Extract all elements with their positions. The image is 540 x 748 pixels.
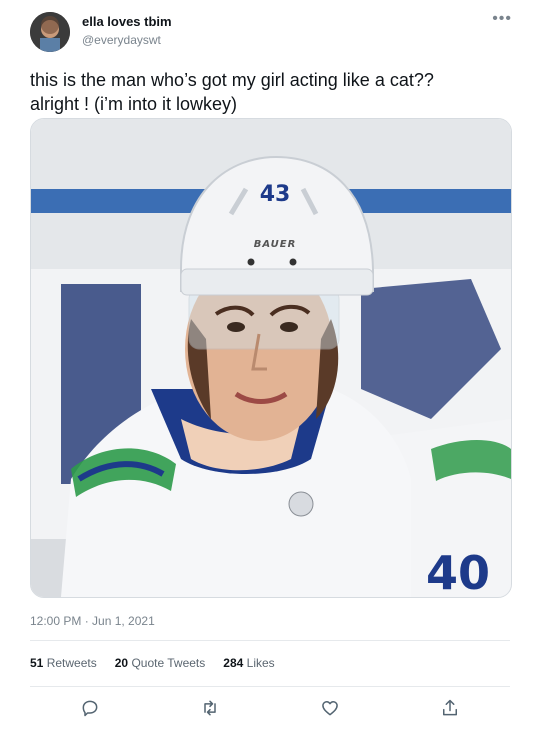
more-icon[interactable]: ••• <box>492 10 512 28</box>
engagement-stats: 51 Retweets 20 Quote Tweets 284 Likes <box>30 656 275 670</box>
tweet-timestamp[interactable]: 12:00 PM · Jun 1, 2021 <box>30 614 155 628</box>
jersey-number: 40 <box>426 546 490 597</box>
share-icon <box>443 699 457 716</box>
tweet-image[interactable]: 43 BAUER 40 <box>30 118 512 598</box>
likes-stat[interactable]: 284 Likes <box>223 656 274 670</box>
display-name[interactable]: ella loves tbim <box>82 14 172 29</box>
divider <box>30 640 510 641</box>
reply-button[interactable] <box>78 696 102 720</box>
avatar[interactable] <box>30 12 70 52</box>
like-icon <box>322 701 338 716</box>
quote-tweets-stat[interactable]: 20 Quote Tweets <box>115 656 206 670</box>
helmet-brand: BAUER <box>254 239 297 250</box>
retweet-button[interactable] <box>198 696 222 720</box>
user-handle[interactable]: @everydayswt <box>82 33 161 47</box>
retweets-stat[interactable]: 51 Retweets <box>30 656 97 670</box>
helmet-number: 43 <box>260 182 291 207</box>
tweet-actions <box>30 696 510 720</box>
avatar-icon <box>30 12 70 52</box>
like-button[interactable] <box>318 696 342 720</box>
divider <box>30 686 510 687</box>
share-button[interactable] <box>438 696 462 720</box>
tweet-text: this is the man who’s got my girl acting… <box>30 70 434 114</box>
retweet-icon <box>204 700 216 716</box>
reply-icon <box>82 700 98 717</box>
